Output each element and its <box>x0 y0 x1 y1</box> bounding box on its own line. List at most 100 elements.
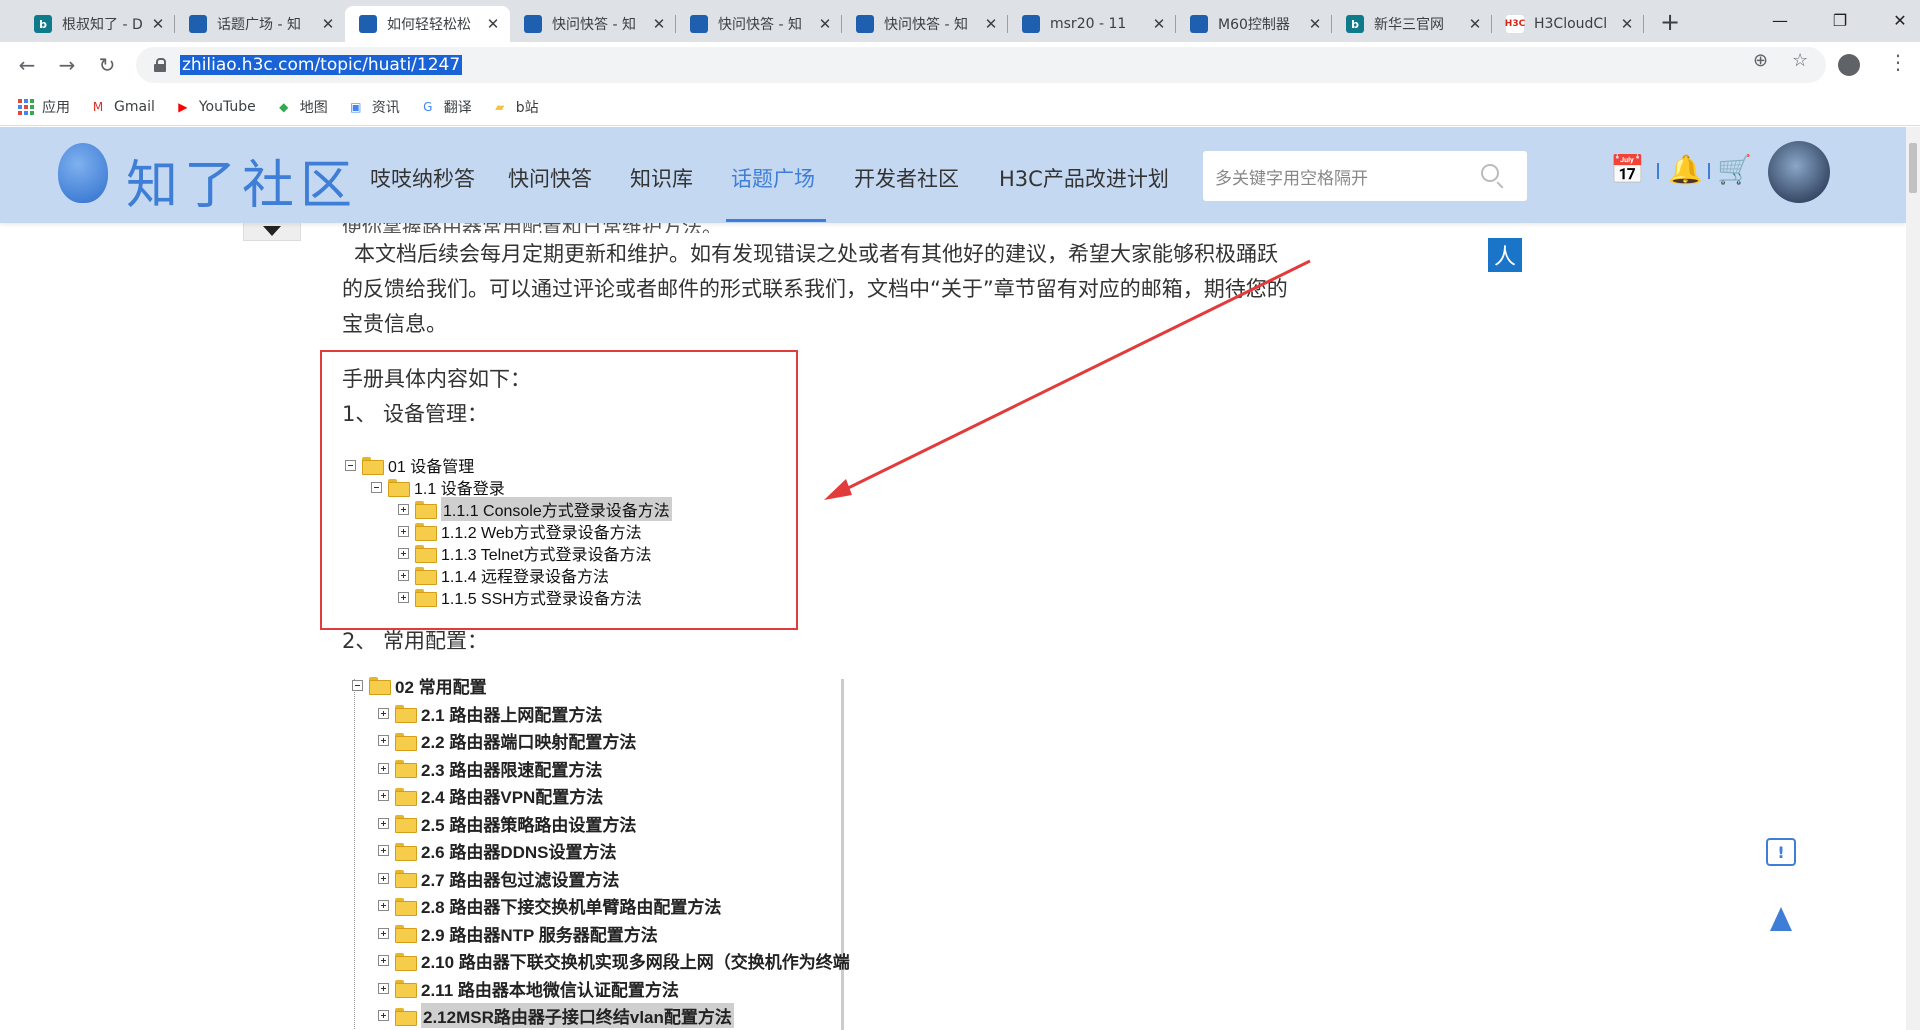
cicada-logo-icon[interactable] <box>58 143 108 203</box>
expand-icon[interactable] <box>378 955 389 966</box>
expand-icon[interactable] <box>398 503 409 515</box>
menu-dots-icon[interactable]: ⋮ <box>1888 50 1908 74</box>
tab-close-icon[interactable]: ✕ <box>1306 15 1324 33</box>
cart-icon[interactable]: 🛒 <box>1717 153 1752 186</box>
browser-tab[interactable]: msr20 - 11 ✕ <box>1008 6 1176 42</box>
feedback-button[interactable]: ! <box>1766 838 1796 866</box>
tab-separator <box>1643 15 1644 33</box>
bookmark-item[interactable]: ▣ 资讯 <box>348 97 400 117</box>
expand-icon[interactable] <box>378 790 389 801</box>
browser-tab[interactable]: 快问快答 - 知 ✕ <box>510 6 676 42</box>
nav-item-improvement[interactable]: H3C产品改进计划 <box>999 163 1169 193</box>
bookmark-item[interactable]: ▶ YouTube <box>175 99 256 115</box>
tree-node-leaf[interactable]: 2.6 路由器DDNS设置方法 <box>378 840 617 862</box>
expand-icon[interactable] <box>378 900 389 911</box>
expand-icon[interactable] <box>398 569 409 581</box>
expand-icon[interactable] <box>378 762 389 774</box>
minimize-button[interactable]: — <box>1750 0 1810 40</box>
tab-close-icon[interactable]: ✕ <box>1466 15 1484 33</box>
expand-icon[interactable] <box>398 547 409 559</box>
expand-icon[interactable] <box>378 817 389 829</box>
tree-node-leaf[interactable]: 2.7 路由器包过滤设置方法 <box>378 867 619 890</box>
maximize-button[interactable]: ❐ <box>1810 0 1870 40</box>
browser-tab[interactable]: M60控制器 ✕ <box>1176 6 1332 42</box>
profile-icon[interactable] <box>1838 54 1860 76</box>
bookmark-item[interactable]: ◆ 地图 <box>276 97 328 117</box>
expand-icon[interactable] <box>398 525 409 537</box>
nav-item-topics[interactable]: 话题广场 <box>731 163 815 193</box>
zoom-icon[interactable]: ⊕ <box>1753 50 1768 71</box>
close-window-button[interactable]: ✕ <box>1870 0 1920 40</box>
tree-node-root[interactable]: 01 设备管理 <box>345 454 474 476</box>
expand-icon[interactable] <box>398 591 409 603</box>
back-button[interactable]: ← <box>12 50 42 80</box>
bookmark-star-icon[interactable]: ☆ <box>1792 50 1808 71</box>
reload-button[interactable]: ↻ <box>92 50 122 80</box>
expand-icon[interactable] <box>378 735 389 746</box>
expand-icon[interactable] <box>378 1010 389 1021</box>
tree-node-leaf[interactable]: 2.5 路由器策略路由设置方法 <box>378 812 636 835</box>
expand-icon[interactable] <box>378 982 389 994</box>
tab-close-icon[interactable]: ✕ <box>982 15 1000 33</box>
scrollbar-thumb[interactable] <box>1909 143 1917 193</box>
tree-node-leaf[interactable]: 2.12MSR路由器子接口终结vlan配置方法 <box>378 1003 734 1028</box>
avatar[interactable] <box>1768 141 1830 203</box>
expand-icon[interactable] <box>378 927 389 939</box>
tab-close-icon[interactable]: ✕ <box>1618 15 1636 33</box>
tab-close-icon[interactable]: ✕ <box>816 15 834 33</box>
forward-button[interactable]: → <box>52 50 82 80</box>
tree-node-leaf[interactable]: 1.1.3 Telnet方式登录设备方法 <box>398 542 651 564</box>
nav-item-knowledge[interactable]: 知识库 <box>630 163 693 193</box>
address-bar[interactable]: zhiliao.h3c.com/topic/huati/1247 <box>136 47 1826 83</box>
tree-node-leaf[interactable]: 2.1 路由器上网配置方法 <box>378 702 602 725</box>
browser-tab[interactable]: H3C H3CloudCl ✕ <box>1492 6 1644 42</box>
back-to-top-icon[interactable] <box>1770 907 1792 931</box>
browser-tab[interactable]: 快问快答 - 知 ✕ <box>676 6 842 42</box>
expand-icon[interactable] <box>378 845 389 856</box>
tree-node-leaf[interactable]: 2.3 路由器限速配置方法 <box>378 757 602 780</box>
expand-icon[interactable] <box>378 707 389 719</box>
nav-item-kuaiwen[interactable]: 快问快答 <box>508 163 592 193</box>
site-logo-text[interactable]: 知了社区 <box>126 143 358 218</box>
collapse-icon[interactable] <box>345 459 356 471</box>
collapse-icon[interactable] <box>371 481 382 493</box>
tree-node-leaf[interactable]: 1.1.1 Console方式登录设备方法 <box>398 497 672 521</box>
tree-node-leaf[interactable]: 1.1.2 Web方式登录设备方法 <box>398 520 642 542</box>
nav-item-zhizhi[interactable]: 吱吱纳秒答 <box>370 163 475 193</box>
browser-tab[interactable]: 如何轻轻松松 ✕ <box>345 6 510 42</box>
tab-close-icon[interactable]: ✕ <box>484 15 502 33</box>
site-search-input[interactable]: 多关键字用空格隔开 <box>1203 151 1527 201</box>
tab-close-icon[interactable]: ✕ <box>149 15 167 33</box>
bookmark-item[interactable]: 应用 <box>18 97 70 117</box>
url-text[interactable]: zhiliao.h3c.com/topic/huati/1247 <box>180 55 463 75</box>
new-tab-button[interactable]: + <box>1656 8 1684 36</box>
expand-icon[interactable] <box>378 872 389 884</box>
tree-node-leaf[interactable]: 1.1.5 SSH方式登录设备方法 <box>398 586 642 608</box>
page-scrollbar[interactable] <box>1906 127 1920 1030</box>
search-icon[interactable] <box>1481 164 1499 182</box>
browser-tab[interactable]: b 新华三官网 ✕ <box>1332 6 1492 42</box>
calendar-check-icon[interactable]: 📅 <box>1610 153 1645 186</box>
tree-node-leaf[interactable]: 1.1.4 远程登录设备方法 <box>398 564 609 586</box>
tree-node-leaf[interactable]: 2.9 路由器NTP 服务器配置方法 <box>378 922 658 945</box>
tree-node-leaf[interactable]: 2.2 路由器端口映射配置方法 <box>378 730 636 752</box>
tree-node-leaf[interactable]: 2.10 路由器下联交换机实现多网段上网（交换机作为终端 <box>378 950 850 972</box>
tree-node-leaf[interactable]: 2.4 路由器VPN配置方法 <box>378 785 603 807</box>
bell-icon[interactable]: 🔔 <box>1668 153 1703 186</box>
tree-node-leaf[interactable]: 2.8 路由器下接交换机单臂路由配置方法 <box>378 895 721 917</box>
bookmark-item[interactable]: G 翻译 <box>420 97 472 117</box>
tree-node-leaf[interactable]: 2.11 路由器本地微信认证配置方法 <box>378 977 679 1000</box>
nav-item-developer[interactable]: 开发者社区 <box>854 163 959 193</box>
tree-node-root[interactable]: 02 常用配置 <box>352 674 487 697</box>
bookmark-item[interactable]: M Gmail <box>90 99 155 115</box>
tab-close-icon[interactable]: ✕ <box>319 15 337 33</box>
collapse-icon[interactable] <box>352 679 363 691</box>
browser-tab[interactable]: b 根叔知了 - D ✕ <box>20 6 175 42</box>
browser-tab[interactable]: 话题广场 - 知 ✕ <box>175 6 345 42</box>
browser-tab[interactable]: 快问快答 - 知 ✕ <box>842 6 1008 42</box>
tab-close-icon[interactable]: ✕ <box>650 15 668 33</box>
ren-float-button[interactable]: 人 <box>1488 238 1522 272</box>
bookmark-item[interactable]: ▰ b站 <box>492 97 539 117</box>
tree-node-child[interactable]: 1.1 设备登录 <box>371 476 505 498</box>
tab-close-icon[interactable]: ✕ <box>1150 15 1168 33</box>
